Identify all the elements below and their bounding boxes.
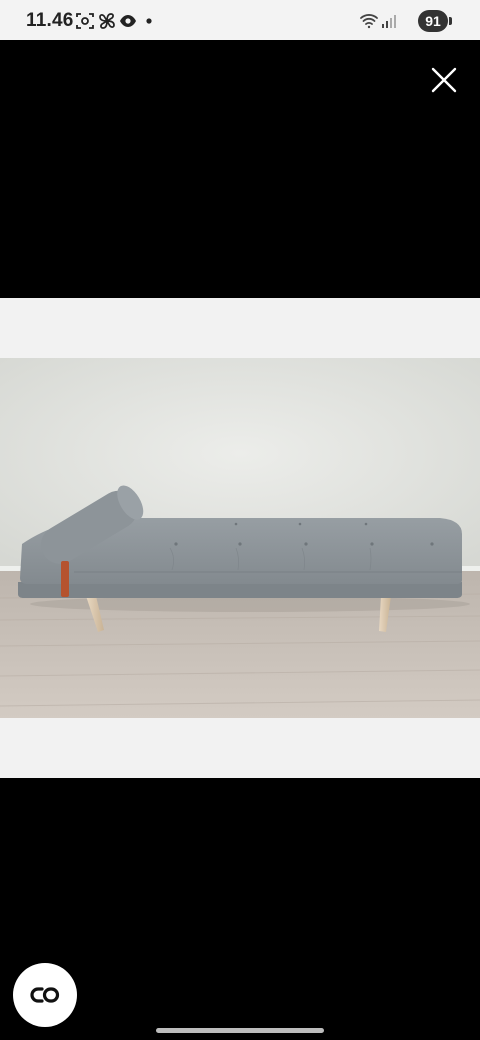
- close-icon: [431, 67, 457, 93]
- battery-level: 91: [418, 10, 448, 32]
- signal-icon: [382, 15, 396, 28]
- status-time: 11.46: [26, 10, 74, 31]
- wifi-icon: [360, 14, 378, 29]
- fan-icon: [99, 13, 115, 29]
- sofa-base: [18, 582, 462, 598]
- screenshot-icon: [76, 13, 94, 29]
- status-bar: 11.46 91: [0, 0, 480, 40]
- image-frame: [0, 298, 480, 778]
- battery-nub: [449, 17, 452, 25]
- leather-strap: [61, 561, 69, 597]
- sofa-daybed-photo[interactable]: [0, 358, 480, 718]
- eye-icon: [120, 15, 136, 27]
- home-indicator[interactable]: [156, 1028, 324, 1033]
- notification-dot-icon: [146, 18, 152, 24]
- lens-button[interactable]: [13, 963, 77, 1027]
- lens-icon: [30, 987, 60, 1003]
- close-button[interactable]: [428, 64, 460, 96]
